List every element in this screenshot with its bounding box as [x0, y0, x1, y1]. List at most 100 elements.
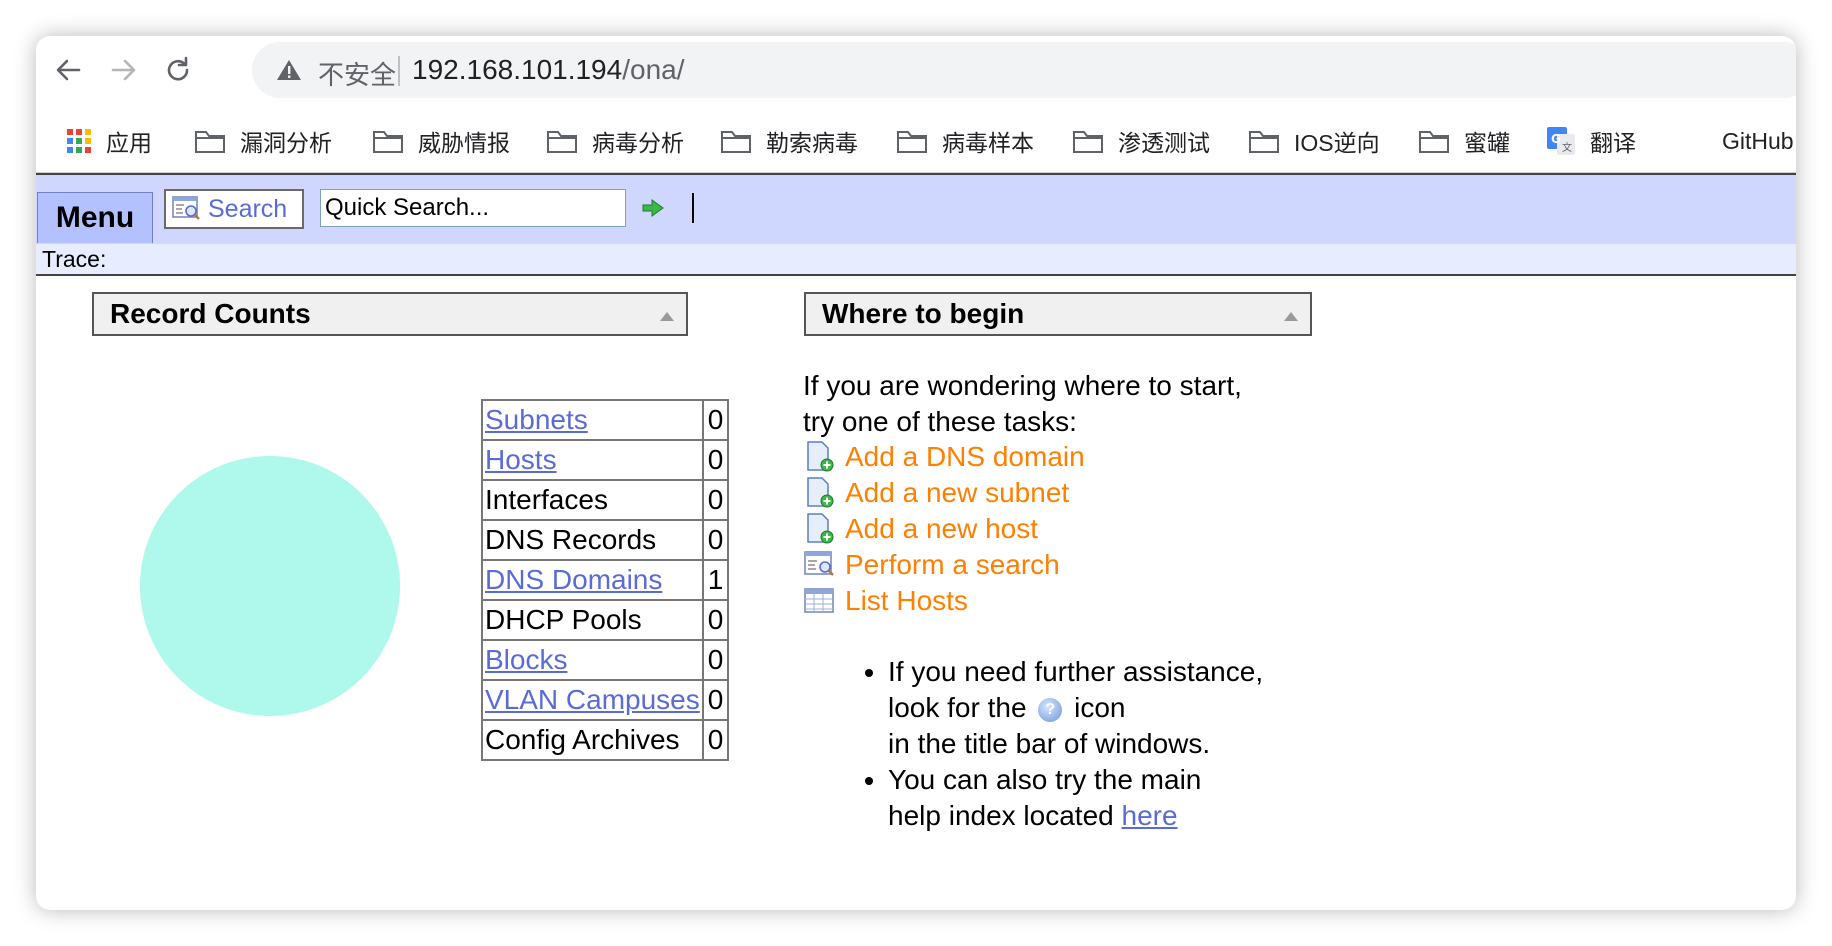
table-row: DNS Records 0 — [481, 519, 730, 561]
table-row: DHCP Pools 0 — [481, 599, 730, 641]
bookmark-folder-virus-analysis[interactable]: 病毒分析 — [546, 126, 684, 156]
folder-icon — [720, 128, 752, 154]
bookmark-label: 翻译 — [1590, 130, 1636, 156]
folder-icon — [1418, 128, 1450, 154]
collapse-triangle-icon[interactable] — [660, 312, 674, 321]
search-button-label: Search — [208, 194, 288, 223]
table-cell-label: Config Archives — [481, 719, 704, 761]
list-item: You can also try the main help index loc… — [888, 762, 1263, 834]
help-text: You can also try the main — [888, 764, 1202, 795]
svg-text:文: 文 — [1562, 141, 1572, 154]
toolbar-divider — [692, 193, 694, 223]
address-separator — [398, 56, 400, 86]
search-button[interactable]: Search — [164, 189, 304, 229]
help-index-link[interactable]: here — [1122, 800, 1178, 831]
task-label: Add a DNS domain — [845, 441, 1085, 472]
green-arrow-icon — [642, 199, 664, 217]
url-text[interactable]: 192.168.101.194/ona/ — [412, 54, 685, 86]
task-label: Add a new host — [845, 513, 1039, 544]
collapse-triangle-icon[interactable] — [1284, 312, 1298, 321]
dns-domains-link[interactable]: DNS Domains — [485, 564, 662, 595]
help-list: If you need further assistance, look for… — [854, 654, 1263, 834]
table-cell-label: Blocks — [481, 639, 704, 681]
bookmark-folder-samples[interactable]: 病毒样本 — [896, 126, 1034, 156]
bookmark-label: 蜜罐 — [1464, 130, 1510, 156]
folder-icon — [194, 128, 226, 154]
table-cell-count: 0 — [701, 399, 730, 441]
menu-tab[interactable]: Menu — [37, 192, 153, 243]
forward-arrow-icon — [111, 59, 136, 81]
record-counts-header[interactable]: Record Counts — [92, 292, 688, 336]
table-cell-label: Interfaces — [481, 479, 704, 521]
hosts-link[interactable]: Hosts — [485, 444, 557, 475]
url-host: 192.168.101.194 — [412, 54, 623, 85]
svg-text:G: G — [1551, 132, 1561, 146]
blocks-link[interactable]: Blocks — [485, 644, 567, 675]
help-text: in the title bar of windows. — [888, 728, 1211, 759]
bookmark-label: 威胁情报 — [418, 130, 510, 156]
help-text: icon — [1074, 692, 1126, 723]
add-dns-domain-link[interactable]: Add a DNS domain — [803, 440, 1085, 474]
bookmark-folder-honeypot[interactable]: 蜜罐 — [1418, 126, 1510, 156]
bookmark-label: 病毒样本 — [942, 130, 1034, 156]
table-cell-label: DHCP Pools — [481, 599, 704, 641]
trace-label: Trace: — [42, 246, 107, 272]
table-cell-count: 0 — [701, 439, 730, 481]
record-counts-title: Record Counts — [110, 298, 311, 329]
bookmark-label: IOS逆向 — [1294, 130, 1380, 156]
search-window-icon — [803, 551, 837, 579]
bookmark-github[interactable]: GitHub — [1722, 126, 1794, 156]
add-new-subnet-link[interactable]: Add a new subnet — [803, 476, 1069, 510]
warning-icon[interactable] — [276, 58, 302, 82]
perform-search-link[interactable]: Perform a search — [803, 548, 1060, 582]
address-bar[interactable]: 不安全 192.168.101.194/ona/ — [252, 42, 1796, 98]
add-document-icon — [803, 441, 837, 473]
table-cell-label: DNS Records — [481, 519, 704, 561]
vlan-campuses-link[interactable]: VLAN Campuses — [485, 684, 700, 715]
intro-line: If you are wondering where to start, — [803, 370, 1242, 401]
bookmark-folder-ios[interactable]: IOS逆向 — [1248, 126, 1380, 156]
help-question-icon: ? — [1038, 697, 1063, 722]
folder-icon — [546, 128, 578, 154]
intro-line: try one of these tasks: — [803, 406, 1077, 437]
table-cell-count: 0 — [701, 479, 730, 521]
where-to-begin-header[interactable]: Where to begin — [804, 292, 1312, 336]
google-translate-icon: G 文 — [1546, 126, 1576, 156]
table-cell-count: 0 — [701, 639, 730, 681]
bookmark-label: 勒索病毒 — [766, 130, 858, 156]
forward-button[interactable] — [106, 52, 142, 88]
url-path: /ona/ — [622, 54, 685, 85]
security-label[interactable]: 不安全 — [318, 55, 396, 92]
bookmark-label: 病毒分析 — [592, 130, 684, 156]
subnets-link[interactable]: Subnets — [485, 404, 588, 435]
bookmark-translate[interactable]: G 文 翻译 — [1546, 126, 1636, 156]
folder-icon — [1248, 128, 1280, 154]
apps-grid-icon — [66, 128, 92, 154]
add-new-host-link[interactable]: Add a new host — [803, 512, 1038, 546]
bookmark-apps[interactable]: 应用 — [66, 126, 152, 156]
folder-icon — [372, 128, 404, 154]
table-cell-label: Subnets — [481, 399, 704, 441]
help-text: help index located — [888, 800, 1114, 831]
list-item: If you need further assistance, look for… — [888, 654, 1263, 762]
bookmark-folder-pentest[interactable]: 渗透测试 — [1072, 126, 1210, 156]
bookmark-folder-vuln[interactable]: 漏洞分析 — [194, 126, 332, 156]
bookmark-folder-threat[interactable]: 威胁情报 — [372, 126, 510, 156]
add-document-icon — [803, 513, 837, 545]
search-window-icon — [172, 196, 202, 222]
browser-window: 不安全 192.168.101.194/ona/ 应用 漏洞分析 威胁情报 病毒… — [36, 36, 1796, 910]
table-row: Hosts 0 — [481, 439, 730, 481]
app-menu-bar: Menu Search — [36, 173, 1796, 245]
folder-icon — [1072, 128, 1104, 154]
bookmark-folder-ransomware[interactable]: 勒索病毒 — [720, 126, 858, 156]
bookmark-label: 漏洞分析 — [240, 130, 332, 156]
bookmark-label: 应用 — [106, 130, 152, 156]
add-document-icon — [803, 477, 837, 509]
quick-search-input[interactable] — [320, 189, 626, 227]
help-text: If you need further assistance, — [888, 656, 1264, 687]
go-button[interactable] — [642, 199, 664, 217]
back-button[interactable] — [50, 52, 86, 88]
reload-button[interactable] — [160, 52, 196, 88]
folder-icon — [896, 128, 928, 154]
list-hosts-link[interactable]: List Hosts — [803, 584, 968, 618]
